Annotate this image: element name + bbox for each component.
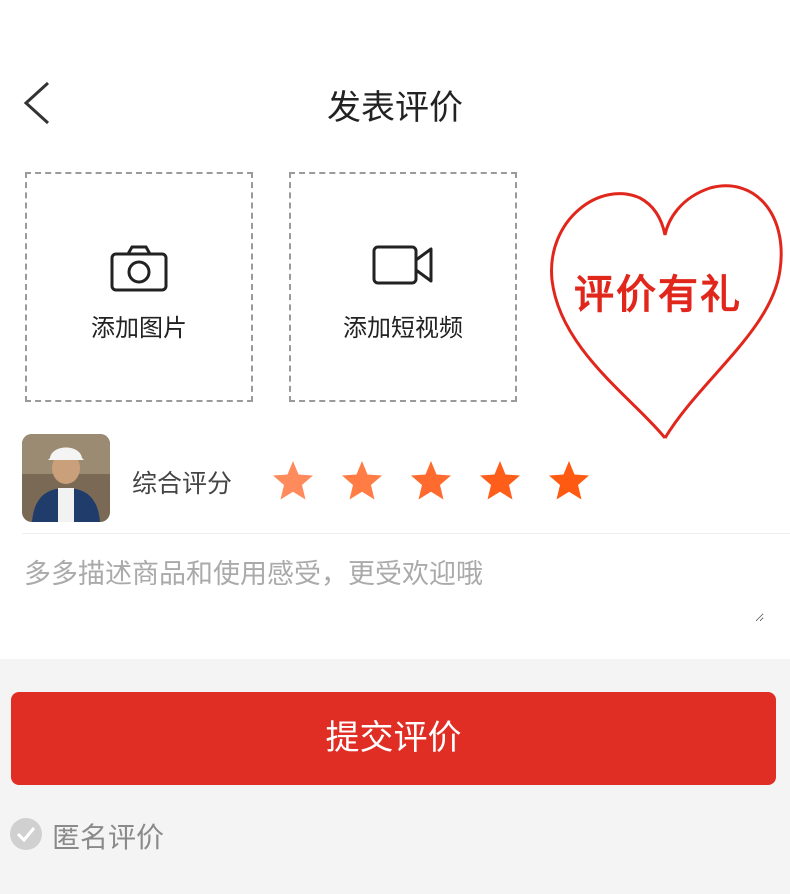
rating-label: 综合评分 (132, 469, 233, 498)
add-photo-button[interactable]: 添加图片 (25, 172, 253, 402)
check-circle-icon (10, 818, 42, 850)
divider (22, 533, 790, 534)
submit-review-button[interactable]: 提交评价 (11, 692, 776, 785)
video-camera-icon (372, 245, 433, 285)
star-icon[interactable] (546, 458, 592, 504)
star-icon[interactable] (270, 458, 316, 504)
person-icon (22, 434, 110, 522)
product-thumbnail (22, 434, 110, 522)
add-video-button[interactable]: 添加短视频 (289, 172, 517, 402)
add-photo-label: 添加图片 (91, 314, 187, 342)
review-input[interactable] (24, 552, 764, 622)
page-title: 发表评价 (327, 88, 463, 128)
top-bar: 发表评价 (0, 0, 790, 150)
star-icon[interactable] (477, 458, 523, 504)
promo-text: 评价有礼 (574, 272, 742, 318)
star-icon[interactable] (339, 458, 385, 504)
camera-icon (110, 245, 168, 292)
add-video-label: 添加短视频 (343, 314, 463, 342)
star-icon[interactable] (408, 458, 454, 504)
anonymous-review-label: 匿名评价 (52, 821, 165, 854)
